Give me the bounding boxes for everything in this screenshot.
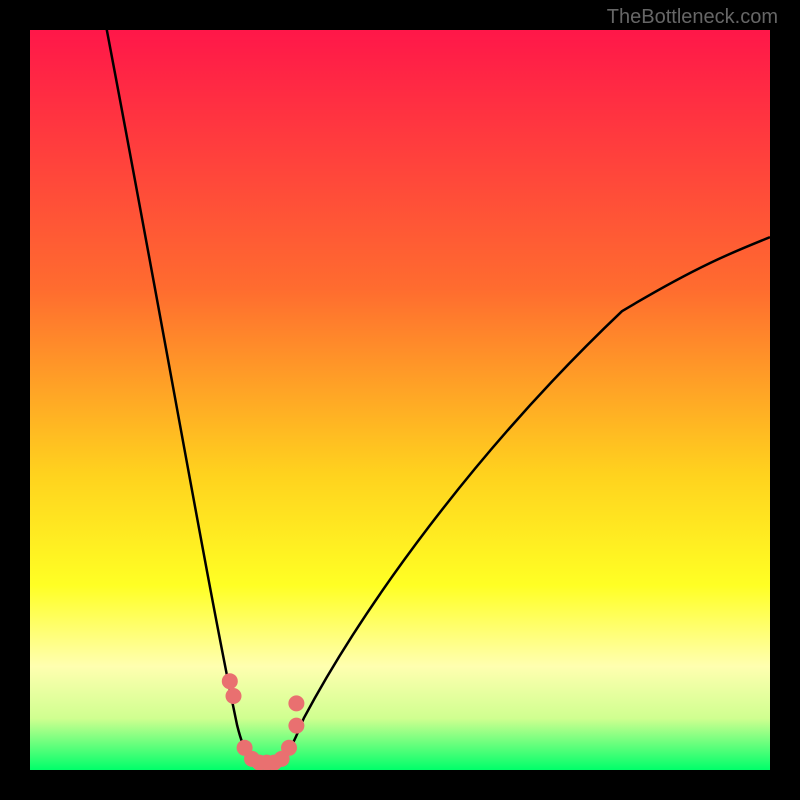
marker-group xyxy=(222,673,305,770)
data-marker xyxy=(288,718,304,734)
plot-area xyxy=(30,30,770,770)
data-marker xyxy=(226,688,242,704)
curve-group xyxy=(104,30,770,766)
data-marker xyxy=(281,740,297,756)
data-marker xyxy=(288,695,304,711)
watermark-text: TheBottleneck.com xyxy=(607,6,778,29)
data-marker xyxy=(222,673,238,689)
bottleneck-curve xyxy=(104,30,770,766)
curve-layer xyxy=(30,30,770,770)
